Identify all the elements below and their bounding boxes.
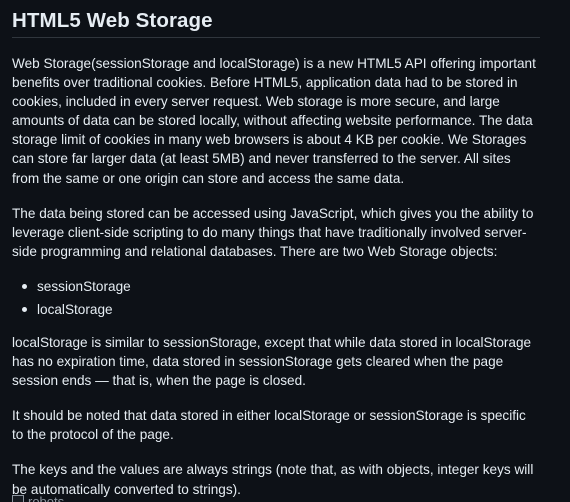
list-item: localStorage — [22, 298, 540, 321]
javascript-access-paragraph: The data being stored can be accessed us… — [12, 205, 534, 259]
page: HTML5 Web Storage Web Storage(sessionSto… — [0, 0, 570, 502]
localstorage-comparison-paragraph: localStorage is similar to sessionStorag… — [12, 334, 532, 389]
keys-values-paragraph: The keys and the values are always strin… — [12, 462, 534, 497]
intro-paragraph: Web Storage(sessionStorage and localStor… — [12, 56, 536, 186]
page-title: HTML5 Web Storage — [12, 9, 540, 38]
article-image: robots — [12, 495, 64, 502]
broken-image-icon — [12, 495, 24, 502]
image-alt-text: robots — [28, 494, 65, 502]
protocol-note-paragraph: It should be noted that data stored in e… — [12, 408, 526, 443]
storage-objects-list: sessionStorage localStorage — [12, 275, 540, 321]
bullet-icon — [22, 306, 27, 312]
article: HTML5 Web Storage Web Storage(sessionSto… — [12, 0, 540, 499]
list-item-label: localStorage — [37, 301, 113, 317]
bullet-icon — [22, 283, 27, 289]
list-item: sessionStorage — [22, 275, 540, 298]
list-item-label: sessionStorage — [37, 278, 131, 294]
